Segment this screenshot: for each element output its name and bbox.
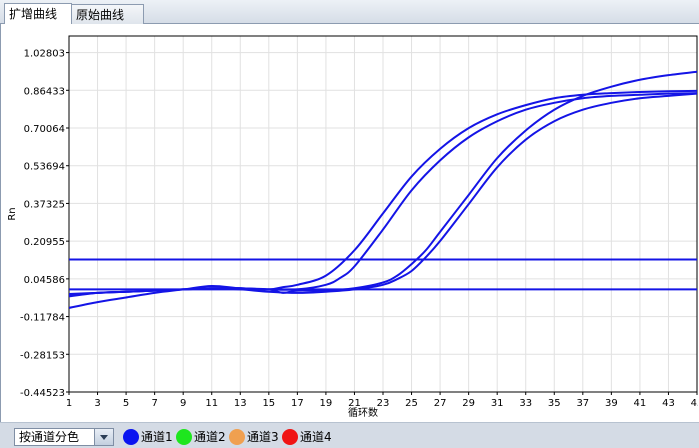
legend-label: 通道2 [194,430,226,444]
x-tick-label: 37 [576,398,589,409]
x-tick-label: 33 [519,398,532,409]
amplification-chart[interactable]: -0.44523 -0.28153 -0.11784 0.04586 0.20955 0.… [1,24,698,422]
x-tick-label: 1 [66,398,72,409]
x-tick-label: 43 [662,398,675,409]
chevron-down-icon[interactable] [94,429,113,445]
y-tick-label: 0.37325 [24,199,65,210]
y-tick-label: 0.53694 [24,162,65,173]
x-tick-label: 39 [605,398,618,409]
tab-raw-curve[interactable]: 原始曲线 [72,4,144,24]
legend-label: 通道1 [141,430,173,444]
x-tick-label: 15 [262,398,275,409]
channel-color-dot-icon [123,429,139,445]
channel-color-dot-icon [176,429,192,445]
color-by-dropdown[interactable]: 按通道分色 [14,428,114,446]
x-tick-label: 29 [462,398,475,409]
chart-panel: -0.44523 -0.28153 -0.11784 0.04586 0.20955 0.… [0,24,699,422]
y-axis-label: Rn [7,207,18,220]
y-tick-label: 0.70064 [24,124,65,135]
x-tick-label: 41 [634,398,647,409]
y-tick-label: -0.44523 [20,388,65,399]
y-tick-label: 0.04586 [24,275,65,286]
bottom-toolbar: 按通道分色 通道1 通道2 通道3 通道4 [0,422,699,448]
x-tick-label: 19 [320,398,333,409]
x-tick-label: 7 [151,398,157,409]
y-tick-label: 1.02803 [24,49,65,60]
x-axis-label: 循环数 [348,406,378,419]
x-tick-label: 25 [405,398,418,409]
x-tick-label: 11 [205,398,218,409]
channel-color-dot-icon [282,429,298,445]
y-tick-label: 0.86433 [24,86,65,97]
x-tick-label: 13 [234,398,247,409]
channel-color-dot-icon [229,429,245,445]
tab-amplification-curve[interactable]: 扩增曲线 [4,3,72,25]
x-tick-label: 31 [491,398,504,409]
x-tick-label: 23 [377,398,390,409]
x-tick-label: 45 [691,398,698,409]
tab-bar: 扩增曲线 原始曲线 [0,0,699,25]
x-tick-label: 9 [180,398,186,409]
x-tick-label: 17 [291,398,304,409]
x-tick-label: 27 [434,398,447,409]
y-tick-label: -0.11784 [20,313,65,324]
legend-label: 通道4 [300,430,332,444]
x-tick-label: 35 [548,398,561,409]
y-tick-label: -0.28153 [20,350,65,361]
x-tick-label: 5 [123,398,129,409]
x-tick-label: 3 [94,398,100,409]
color-by-value: 按通道分色 [19,430,80,444]
legend-label: 通道3 [247,430,279,444]
y-tick-label: 0.20955 [24,237,65,248]
